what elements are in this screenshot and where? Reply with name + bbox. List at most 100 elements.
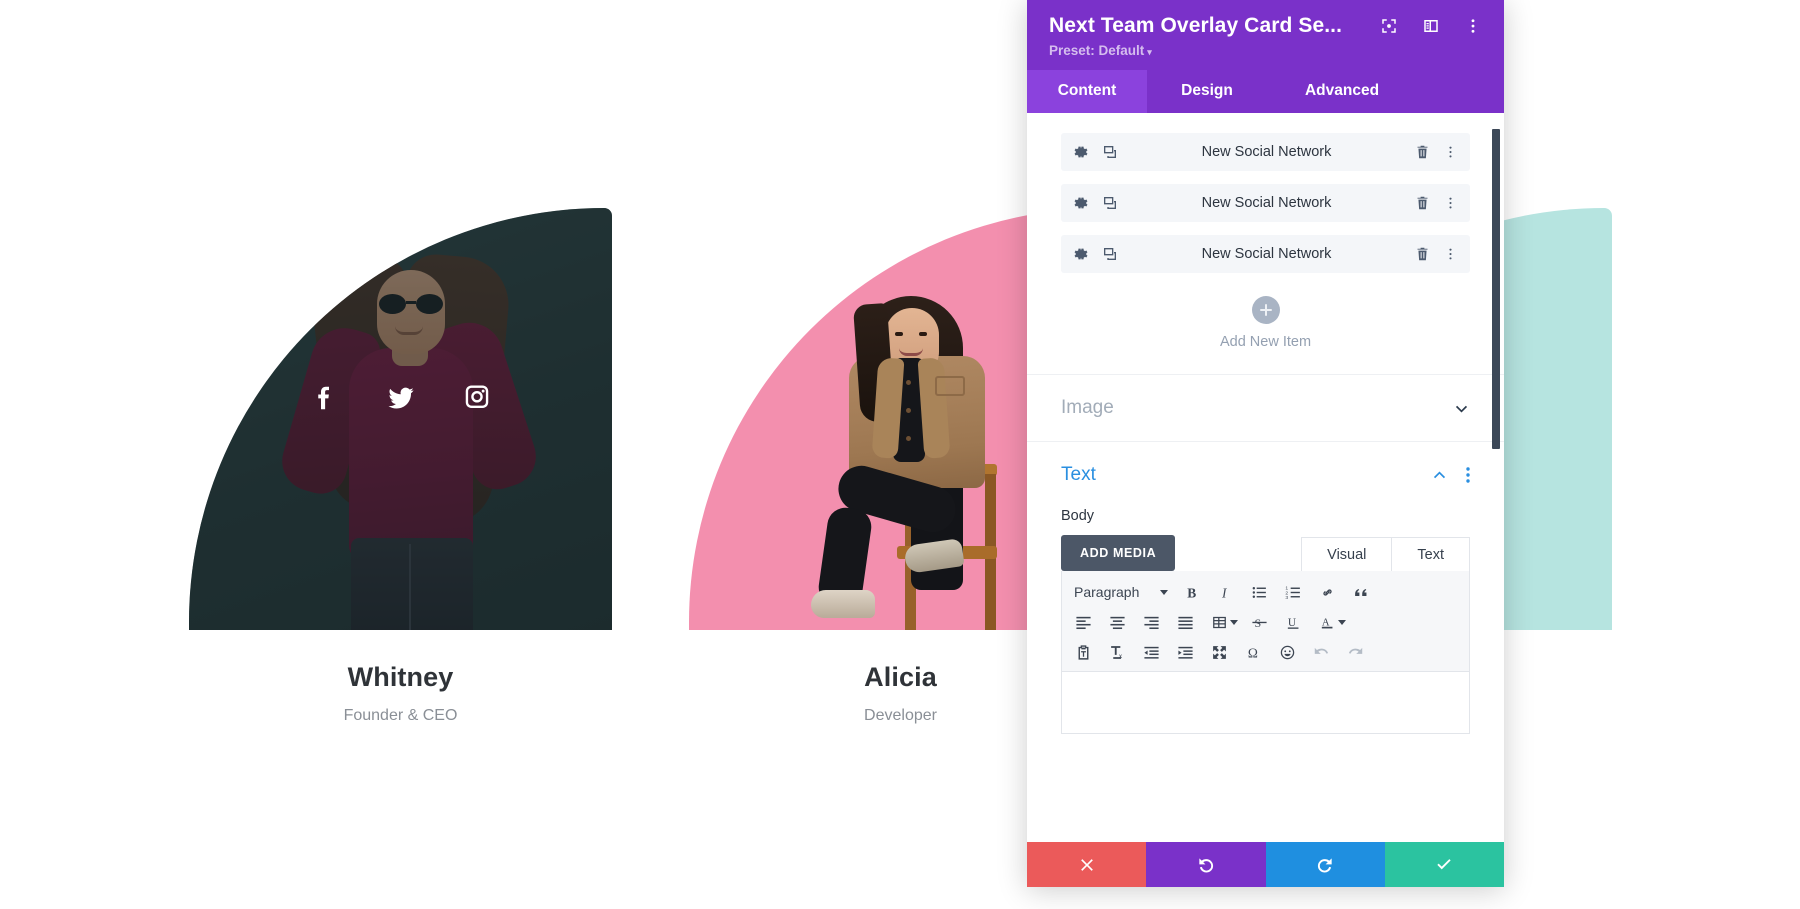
website-preview: Whitney Founder & CEO Alicia Developer [0,0,1800,909]
svg-text:3: 3 [1285,594,1288,600]
close-icon [1077,855,1097,875]
kebab-menu-icon[interactable] [1443,144,1458,160]
add-media-button[interactable]: ADD MEDIA [1061,535,1176,571]
social-links[interactable] [189,383,612,413]
svg-text:A: A [1321,617,1329,628]
add-new-item-label: Add New Item [1219,334,1312,350]
duplicate-icon[interactable] [1102,246,1118,262]
toolbar-row-2: S U A [1066,607,1465,637]
plus-icon[interactable] [1251,296,1280,324]
gear-icon[interactable] [1073,144,1089,160]
team-member-role: Founder & CEO [343,707,458,724]
redo-arrow-icon [1315,855,1335,875]
team-member-name: Whitney [347,662,454,692]
editor-mode-tabs[interactable]: Visual Text [1301,537,1470,571]
tab-content[interactable]: Content [1027,70,1147,113]
add-new-item-button[interactable]: Add New Item [1061,286,1470,374]
underline-icon[interactable]: U [1276,608,1310,636]
undo-icon[interactable] [1304,638,1338,666]
emoji-icon[interactable] [1270,638,1304,666]
cancel-button[interactable] [1027,842,1147,887]
tab-visual[interactable]: Visual [1301,537,1393,571]
undo-button[interactable] [1146,842,1266,887]
duplicate-icon[interactable] [1102,144,1118,160]
kebab-menu-icon[interactable] [1466,467,1470,483]
section-image[interactable]: Image [1027,374,1504,441]
kebab-menu-icon[interactable] [1443,246,1458,262]
divi-module-settings-panel[interactable]: Next Team Overlay Card Se... Preset: Def… [1027,0,1504,887]
instagram-icon[interactable] [462,383,492,413]
preset-selector[interactable]: Preset: Default ▾ [1049,43,1482,58]
gear-icon[interactable] [1073,195,1089,211]
bulleted-list-icon[interactable] [1242,578,1276,606]
tab-text[interactable]: Text [1391,537,1470,571]
italic-icon[interactable]: I [1208,578,1242,606]
team-card-whitney[interactable]: Whitney Founder & CEO [189,208,612,725]
svg-text:U: U [1287,617,1295,629]
redo-icon[interactable] [1338,638,1372,666]
indent-icon[interactable] [1168,638,1202,666]
list-item[interactable]: New Social Network [1061,133,1470,171]
bold-icon[interactable]: B [1174,578,1208,606]
clear-formatting-icon[interactable]: x [1100,638,1134,666]
chevron-down-icon [1160,589,1168,595]
editor-toolbar[interactable]: Paragraph B I 123 U A x Ω [1061,571,1470,672]
kebab-menu-icon[interactable] [1443,195,1458,211]
format-select-value: Paragraph [1074,584,1140,600]
svg-text:x: x [1118,653,1122,660]
outdent-icon[interactable] [1134,638,1168,666]
section-title: Text [1061,464,1096,485]
tab-design[interactable]: Design [1147,70,1267,113]
list-item-label: New Social Network [1201,195,1332,211]
link-icon[interactable] [1310,578,1344,606]
team-card-photo[interactable] [189,208,612,630]
align-center-icon[interactable] [1100,608,1134,636]
list-item[interactable]: New Social Network [1061,184,1470,222]
toolbar-row-1: Paragraph B I 123 [1066,577,1465,607]
list-item[interactable]: New Social Network [1061,235,1470,273]
panel-title: Next Team Overlay Card Se... [1049,14,1343,37]
list-item-label: New Social Network [1201,144,1332,160]
panel-tabs[interactable]: Content Design Advanced [1027,70,1504,113]
special-character-icon[interactable]: Ω [1236,638,1270,666]
paste-as-text-icon[interactable] [1066,638,1100,666]
chevron-up-icon[interactable] [1431,467,1448,484]
chevron-down-icon[interactable] [1338,619,1346,625]
layout-panel-icon[interactable] [1422,17,1440,35]
tab-advanced[interactable]: Advanced [1267,70,1417,113]
align-left-icon[interactable] [1066,608,1100,636]
align-justify-icon[interactable] [1168,608,1202,636]
toolbar-row-3: x Ω [1066,637,1465,667]
trash-icon[interactable] [1415,246,1430,262]
team-member-row: Whitney Founder & CEO Alicia Developer [0,208,1800,725]
numbered-list-icon[interactable]: 123 [1276,578,1310,606]
strikethrough-icon[interactable]: S [1242,608,1276,636]
list-item-label: New Social Network [1201,246,1332,262]
social-network-list: New Social Network New Social Network Ne… [1027,113,1504,374]
chevron-down-icon: ▾ [1147,47,1152,57]
focus-target-icon[interactable] [1380,17,1398,35]
duplicate-icon[interactable] [1102,195,1118,211]
trash-icon[interactable] [1415,144,1430,160]
section-text[interactable]: Text [1027,441,1504,508]
chevron-down-icon[interactable] [1453,400,1470,417]
twitter-icon[interactable] [386,383,416,413]
blockquote-icon[interactable] [1344,578,1378,606]
redo-button[interactable] [1265,842,1385,887]
gear-icon[interactable] [1073,246,1089,262]
hover-overlay [189,208,612,630]
panel-header: Next Team Overlay Card Se... Preset: Def… [1027,0,1504,70]
format-select[interactable]: Paragraph [1066,584,1174,600]
trash-icon[interactable] [1415,195,1430,211]
fullscreen-icon[interactable] [1202,638,1236,666]
panel-footer[interactable] [1027,842,1504,887]
chevron-down-icon[interactable] [1230,619,1238,625]
kebab-menu-icon[interactable] [1464,17,1482,35]
svg-text:I: I [1220,585,1226,600]
save-button[interactable] [1384,842,1504,887]
panel-body: New Social Network New Social Network Ne… [1027,113,1504,842]
align-right-icon[interactable] [1134,608,1168,636]
facebook-icon[interactable] [310,383,340,413]
body-textarea[interactable] [1061,672,1470,734]
panel-scrollbar[interactable] [1492,129,1500,449]
